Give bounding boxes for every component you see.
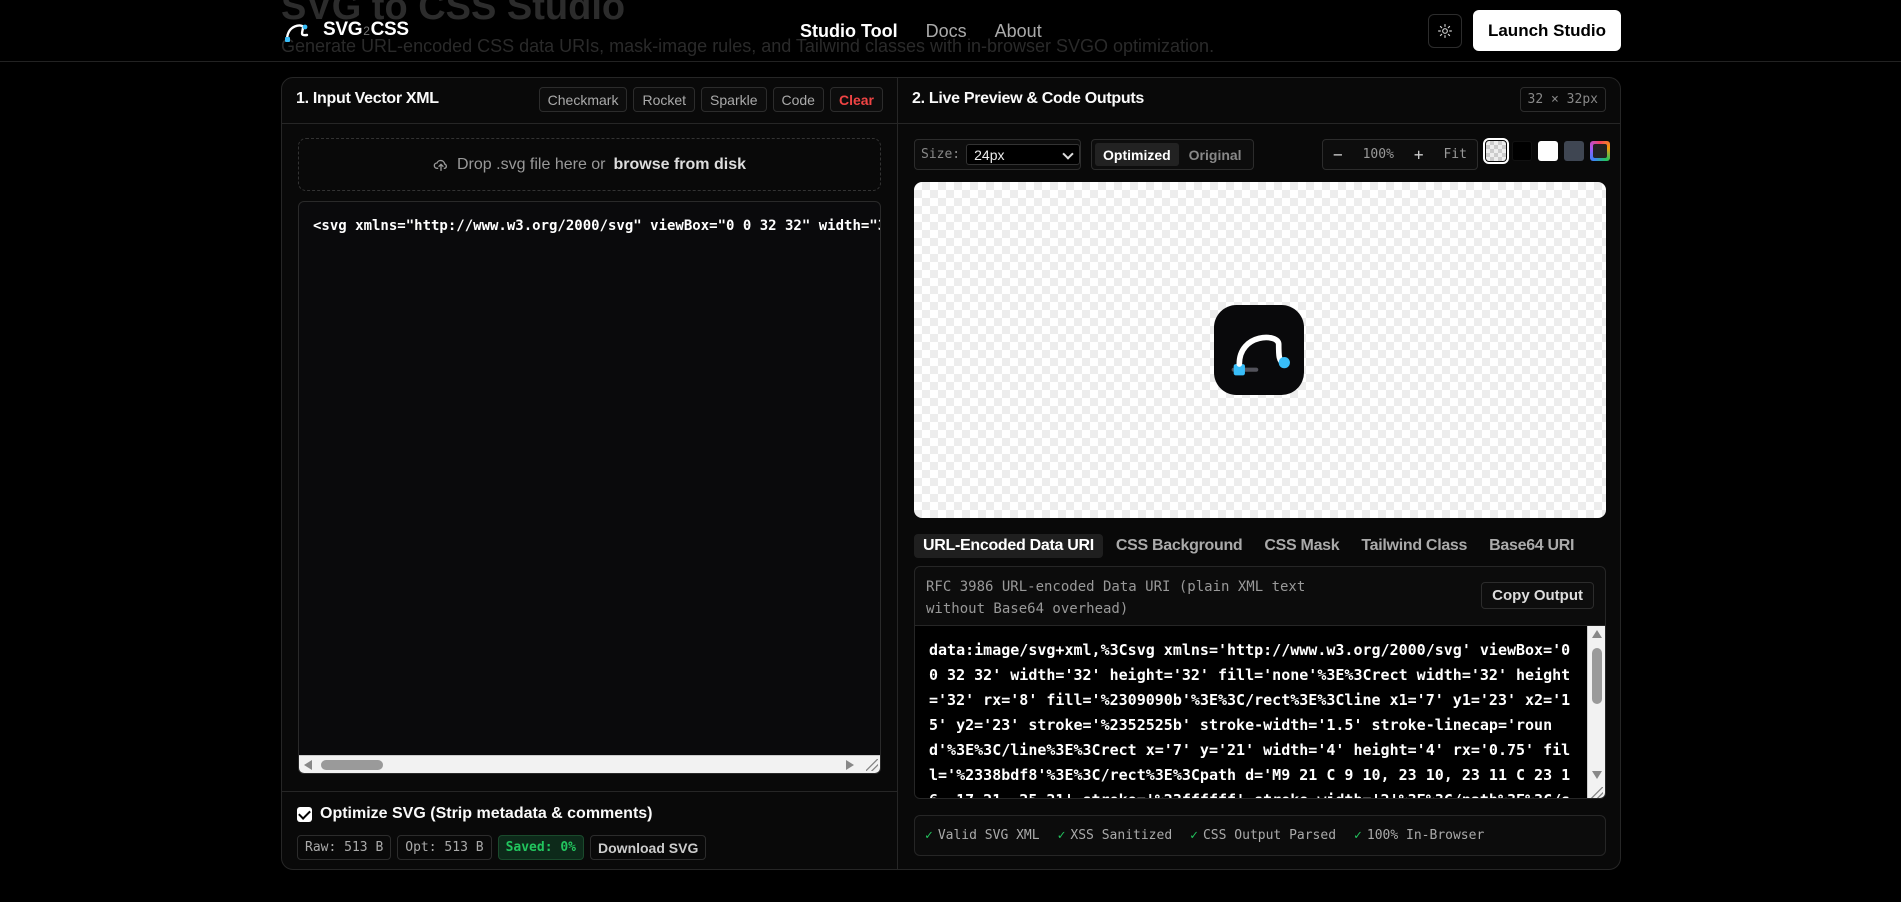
check-xss-label: XSS Sanitized [1070,828,1173,843]
output-description: RFC 3986 URL-encoded Data URI (plain XML… [926,579,1306,617]
check-valid-xml-label: Valid SVG XML [937,828,1040,843]
zoom-fit-button[interactable]: Fit [1443,147,1466,162]
tab-url-encoded[interactable]: URL-Encoded Data URI [914,534,1103,558]
upload-cloud-icon [433,159,447,171]
size-stats: Raw: 513 B Opt: 513 B Saved: 0% Download… [297,835,707,860]
output-vertical-scrollbar[interactable] [1587,626,1605,798]
preview-toolbar: Size: 24px Optimized Original − 100% + F… [914,138,1610,171]
output-box: RFC 3986 URL-encoded Data URI (plain XML… [914,566,1606,799]
preset-checkmark-button[interactable]: Checkmark [538,87,628,112]
bg-black-swatch[interactable] [1512,141,1532,161]
bg-slate-swatch[interactable] [1564,141,1584,161]
dropzone-text: Drop .svg file here or [457,155,606,173]
scroll-up-icon[interactable] [1592,630,1602,638]
optimize-label: Optimize SVG (Strip metadata & comments) [320,805,653,822]
size-select[interactable]: 24px [966,144,1080,165]
nav-docs[interactable]: Docs [926,21,967,42]
live-preview-canvas[interactable] [914,182,1606,518]
output-code-area[interactable]: data:image/svg+xml,%3Csvg xmlns='http://… [915,625,1605,798]
panel-divider [897,78,898,869]
editor-content: <svg xmlns="http://www.w3.org/2000/svg" … [313,218,880,234]
brand-part-svg: SVG [323,19,363,40]
clear-button[interactable]: Clear [829,87,883,112]
tab-base64-uri[interactable]: Base64 URI [1480,534,1583,558]
browse-disk-link[interactable]: browse from disk [614,156,746,174]
check-icon: ✓ [1190,828,1198,843]
brand-part-css: CSS [370,19,409,40]
input-panel-header: 1. Input Vector XML Checkmark Rocket Spa… [282,78,897,124]
editor-horizontal-scrollbar[interactable] [299,755,880,773]
mode-toggle: Optimized Original [1091,139,1254,170]
output-panel-title: 2. Live Preview & Code Outputs [912,90,1144,107]
vertical-scrollbar-thumb[interactable] [1592,648,1602,704]
check-icon: ✓ [1354,828,1362,843]
optimize-toggle-row[interactable]: Optimize SVG (Strip metadata & comments) [297,805,653,823]
raw-size-badge: Raw: 513 B [297,835,392,860]
download-svg-button[interactable]: Download SVG [590,835,707,860]
nav-about[interactable]: About [995,21,1042,42]
scroll-left-icon[interactable] [304,760,312,770]
studio-card: 1. Input Vector XML Checkmark Rocket Spa… [281,77,1621,870]
zoom-level: 100% [1362,147,1394,162]
scrollbar-thumb[interactable] [321,760,383,770]
check-css-label: CSS Output Parsed [1202,828,1337,843]
sun-icon [1438,24,1452,38]
check-icon: ✓ [925,828,933,843]
background-swatches [1483,138,1610,164]
output-resize-grip-icon[interactable] [1591,787,1603,798]
output-tabs: URL-Encoded Data URI CSS Background CSS … [914,534,1583,558]
main-nav: Studio Tool Docs About [800,21,1070,42]
input-panel-title: 1. Input Vector XML [296,90,439,107]
tab-css-background[interactable]: CSS Background [1107,534,1252,558]
preset-buttons: Checkmark Rocket Sparkle Code Clear [538,87,883,112]
output-code: data:image/svg+xml,%3Csvg xmlns='http://… [929,641,1571,798]
launch-studio-button[interactable]: Launch Studio [1473,10,1621,51]
resize-grip-icon[interactable] [866,759,878,771]
theme-toggle-button[interactable] [1428,14,1462,48]
bg-white-swatch[interactable] [1538,141,1558,161]
bg-checker-swatch[interactable] [1483,138,1509,164]
logo-icon[interactable] [283,18,311,44]
optimize-checkbox[interactable] [297,806,312,822]
preset-code-button[interactable]: Code [772,87,824,112]
bg-custom-color-swatch[interactable] [1590,141,1610,161]
scroll-right-icon[interactable] [846,760,854,770]
top-header: SVG to CSS Studio Generate URL-encoded C… [0,0,1901,62]
ghost-page-subtitle: Generate URL-encoded CSS data URIs, mask… [281,36,1215,56]
copy-output-button[interactable]: Copy Output [1481,582,1594,609]
output-panel-header: 2. Live Preview & Code Outputs 32 × 32px [898,78,1620,124]
opt-size-badge: Opt: 513 B [397,835,492,860]
brand-logo-text[interactable]: SVG2CSS [323,19,409,41]
saved-badge: Saved: 0% [497,835,585,860]
mode-optimized-button[interactable]: Optimized [1095,143,1179,166]
zoom-in-button[interactable]: + [1414,145,1424,164]
size-control: Size: 24px [914,139,1081,170]
tab-css-mask[interactable]: CSS Mask [1255,534,1348,558]
check-css-parsed: ✓ CSS Output Parsed [1190,828,1336,843]
tab-tailwind-class[interactable]: Tailwind Class [1352,534,1476,558]
check-in-browser: ✓ 100% In-Browser [1354,828,1484,843]
brand-part-two: 2 [363,24,370,38]
svg-preview-icon [1214,305,1304,395]
zoom-out-button[interactable]: − [1333,145,1343,164]
check-xss-sanitized: ✓ XSS Sanitized [1058,828,1173,843]
svg-code-editor[interactable]: <svg xmlns="http://www.w3.org/2000/svg" … [298,201,881,774]
check-in-browser-label: 100% In-Browser [1366,828,1485,843]
footer-divider [282,791,897,792]
svg-dropzone[interactable]: Drop .svg file here or browse from disk [298,138,881,191]
mode-original-button[interactable]: Original [1181,143,1250,166]
zoom-control: − 100% + Fit [1322,139,1478,170]
nav-studio-tool[interactable]: Studio Tool [800,21,898,42]
dimensions-badge: 32 × 32px [1519,87,1606,112]
size-label: Size: [921,147,961,162]
preset-rocket-button[interactable]: Rocket [633,87,696,112]
check-valid-xml: ✓ Valid SVG XML [925,828,1040,843]
scroll-down-icon[interactable] [1592,771,1602,779]
check-icon: ✓ [1057,828,1066,843]
validation-checks: ✓ Valid SVG XML ✓ XSS Sanitized ✓ CSS Outpu… [914,815,1606,856]
preset-sparkle-button[interactable]: Sparkle [701,87,767,112]
